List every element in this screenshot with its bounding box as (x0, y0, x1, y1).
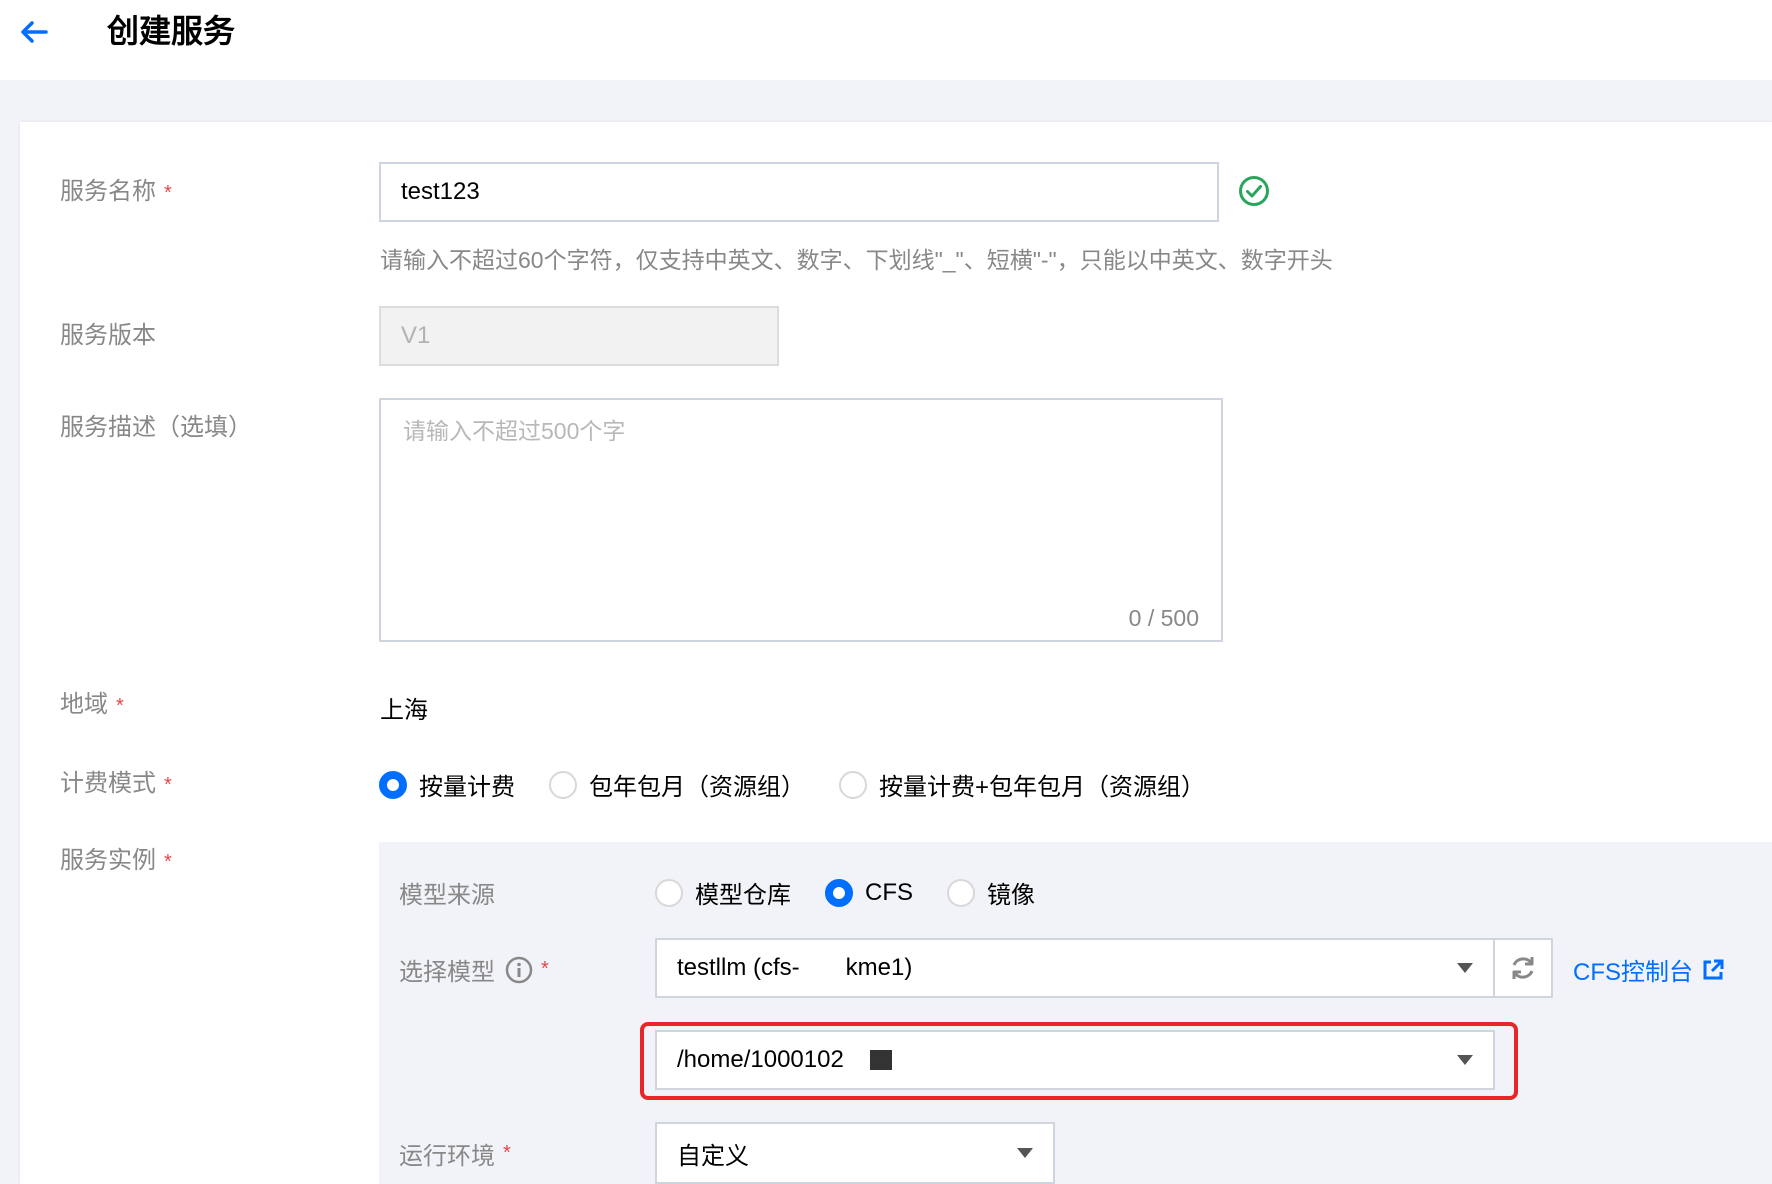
billing-label: 计费模式 * (60, 770, 172, 797)
cfs-console-link[interactable]: CFS控制台 (1573, 952, 1725, 987)
required-mark: * (164, 851, 172, 873)
radio-unchecked-icon (839, 770, 867, 799)
service-version-input: V1 (379, 306, 779, 366)
model-source-image[interactable]: 镜像 (947, 875, 1035, 910)
chevron-down-icon (1017, 1148, 1033, 1158)
radio-checked-icon (825, 878, 853, 907)
instance-label: 服务实例 * (60, 847, 172, 874)
required-mark: * (503, 1142, 511, 1164)
runtime-select[interactable]: 自定义 (655, 1122, 1055, 1184)
service-name-input[interactable]: test123 (379, 162, 1219, 222)
model-select-value: testllm (cfs- (677, 954, 800, 981)
service-name-hint: 请输入不超过60个字符，仅支持中英文、数字、下划线"_"、短横"-"，只能以中英… (380, 247, 1333, 273)
char-counter: 0 / 500 (1128, 605, 1199, 631)
instance-panel (379, 842, 1772, 1184)
radio-unchecked-icon (549, 770, 577, 799)
required-mark: * (116, 695, 124, 717)
service-desc-label: 服务描述（选填） (60, 414, 252, 441)
service-desc-textarea[interactable]: 请输入不超过500个字 0 / 500 (379, 398, 1223, 642)
radio-unchecked-icon (655, 878, 683, 907)
radio-unchecked-icon (947, 878, 975, 907)
refresh-icon (1512, 957, 1534, 979)
billing-option-pay-as-you-go[interactable]: 按量计费 (379, 767, 515, 802)
info-icon[interactable] (505, 956, 533, 984)
highlight-annotation (640, 1022, 1518, 1100)
select-model-label: 选择模型 * (399, 952, 549, 987)
billing-radio-group: 按量计费 包年包月（资源组） 按量计费+包年包月（资源组） (379, 767, 1239, 802)
check-circle-icon (1239, 176, 1269, 206)
required-mark: * (541, 958, 549, 980)
model-source-cfs[interactable]: CFS (825, 878, 913, 907)
radio-checked-icon (379, 770, 407, 799)
model-select[interactable]: testllm (cfs- kme1) (655, 938, 1495, 998)
required-mark: * (164, 774, 172, 796)
region-value: 上海 (380, 697, 428, 724)
refresh-button[interactable] (1493, 938, 1553, 998)
service-version-label: 服务版本 (60, 322, 156, 349)
top-bar: 创建服务 (0, 0, 1772, 80)
region-label: 地域 * (60, 691, 124, 718)
model-select-value-suffix: kme1) (845, 954, 913, 981)
arrow-left-icon[interactable] (16, 14, 52, 50)
billing-option-subscription[interactable]: 包年包月（资源组） (549, 767, 805, 802)
model-source-label: 模型来源 (399, 882, 495, 909)
model-source-repo[interactable]: 模型仓库 (655, 875, 791, 910)
runtime-select-value: 自定义 (677, 1142, 749, 1170)
service-name-label: 服务名称 * (60, 178, 172, 205)
required-mark: * (164, 182, 172, 204)
runtime-label: 运行环境 * (399, 1142, 511, 1170)
chevron-down-icon (1457, 963, 1473, 973)
external-link-icon (1703, 959, 1724, 979)
billing-option-mixed[interactable]: 按量计费+包年包月（资源组） (839, 767, 1205, 802)
service-desc-placeholder: 请输入不超过500个字 (403, 418, 626, 444)
page-title: 创建服务 (107, 13, 236, 49)
model-source-radio-group: 模型仓库 CFS 镜像 (655, 875, 1069, 910)
